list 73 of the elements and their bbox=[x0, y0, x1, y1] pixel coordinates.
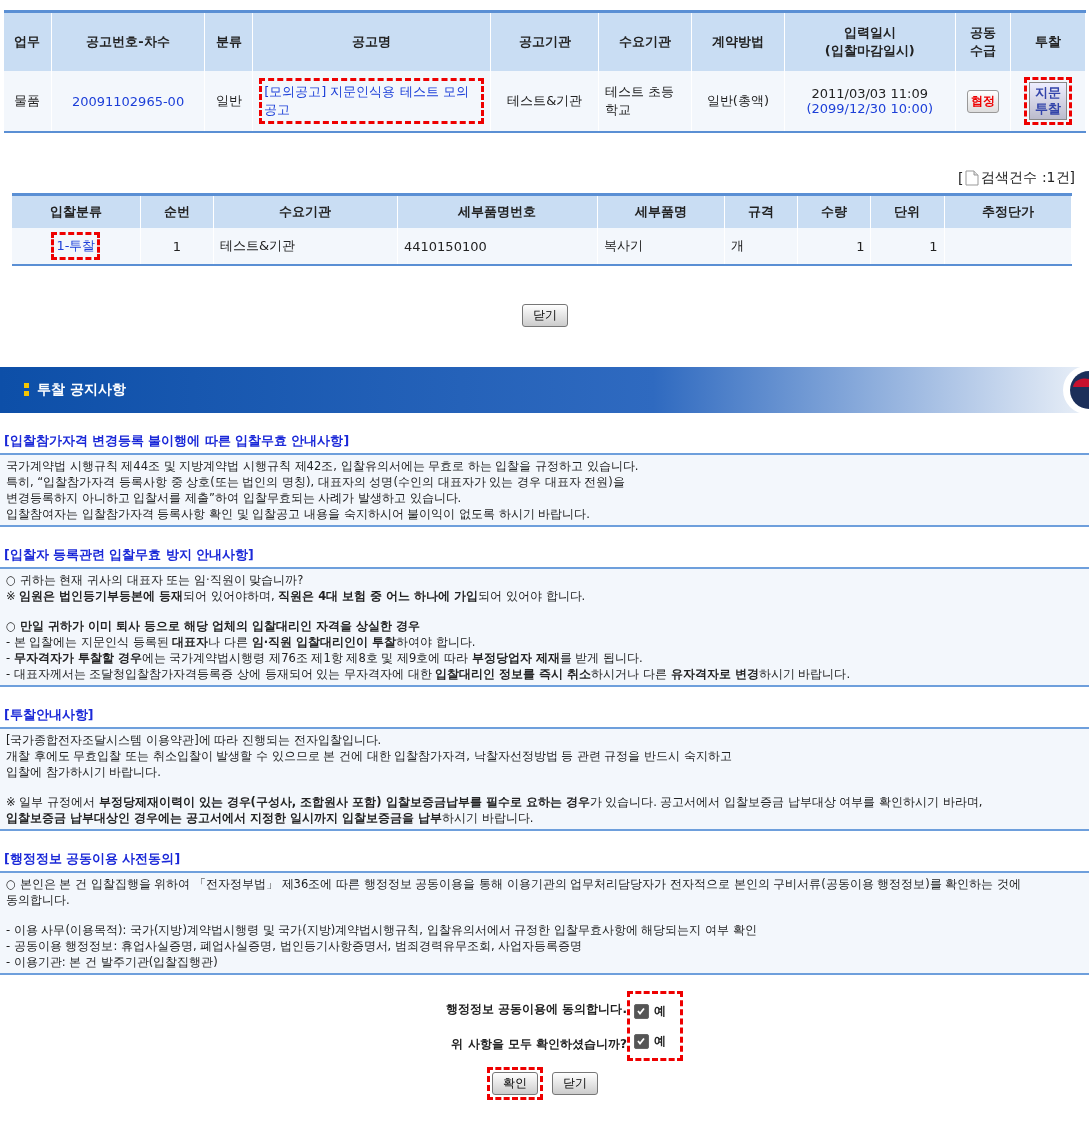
notice-line: ○ 귀하는 현재 귀사의 대표자 또는 임·직원이 맞습니까? bbox=[6, 572, 305, 588]
table-cell: 개 bbox=[724, 228, 798, 265]
table-cell: 복사기 bbox=[597, 228, 725, 265]
column-header: 업무 bbox=[4, 11, 52, 71]
notice-number-link[interactable]: 20091102965-00 bbox=[71, 93, 185, 109]
notice-line: - 공동이용 행정정보: 휴업사실증명, 폐업사실증명, 법인등기사항증명서, 범죄경력유무조회, 사업자등록증명 bbox=[6, 938, 584, 954]
table-cell: 일반 bbox=[204, 71, 253, 132]
notice-line: - 대표자께서는 조달청입찰참가자격등록증 상에 등재되어 있는 무자격자에 대한 입찰대리인 정보를 즉시 취소하시거나 다른 유자격자로 변경하시기 바랍니다. bbox=[6, 666, 852, 682]
notice-line: ○ 만일 귀하가 이미 퇴사 등으로 해당 업체의 입찰대리인 자격을 상실한 경우 bbox=[6, 618, 421, 634]
notice-line: 국가계약법 시행규칙 제44조 및 지방계약법 시행규칙 제42조, 입찰유의서에는 무효로 하는 입찰을 규정하고 있습니다. bbox=[6, 458, 640, 474]
notice-line: 특히, “입찰참가자격 등록사항 중 상호(또는 법인의 명칭), 대표자의 성명(수인의 대표자가 있는 경우 대표자 전원)을 bbox=[6, 474, 626, 490]
notice-line: ※ 일부 규정에서 부정당제재이력이 있는 경우(구성사, 조합원사 포함) 입찰보증금납부를 필수로 요하는 경우가 있습니다. 공고서에서 입찰보증금 납부대상 여부를 확인하시기 바라며, bbox=[6, 794, 984, 810]
column-header: 추정단가 bbox=[944, 194, 1072, 228]
column-header: 수요기관 bbox=[598, 11, 692, 71]
option-label: 예 bbox=[653, 1032, 666, 1050]
bracket-text: [ bbox=[958, 170, 964, 186]
notice-line: 동의합니다. bbox=[6, 892, 71, 908]
column-header: 순번 bbox=[140, 194, 214, 228]
table-cell: 테스트&기관 bbox=[490, 71, 599, 132]
column-header: 공동 수급 bbox=[955, 11, 1011, 71]
table-cell: 테스트&기관 bbox=[213, 228, 398, 265]
checkmark-icon bbox=[636, 1006, 647, 1016]
notice-line: ※ 임원은 법인등기부등본에 등재되어 있어야하며, 직원은 4대 보험 중 어느 하나에 가입되어 있어야 합니다. bbox=[6, 588, 587, 604]
joint-badge: 협정 bbox=[967, 89, 999, 113]
close-button[interactable]: 닫기 bbox=[521, 304, 568, 327]
column-header: 투찰 bbox=[1010, 11, 1086, 71]
consent-question: 위 사항을 모두 확인하셨습니까? bbox=[450, 1035, 627, 1053]
checkbox[interactable] bbox=[633, 1033, 649, 1049]
notice-line: - 이용 사무(이용목적): 국가(지방)계약법시행령 및 국가(지방)계약법시행규칙, 입찰유의서에서 규정한 입찰무효사항에 해당되는지 여부 확인 bbox=[6, 922, 758, 938]
column-header: 수요기관 bbox=[213, 194, 398, 228]
consent-question: 행정정보 공동이용에 동의합니다. bbox=[446, 1000, 627, 1018]
table-cell: 물품 bbox=[4, 71, 52, 132]
column-header: 규격 bbox=[724, 194, 798, 228]
table-cell: 1 bbox=[870, 228, 944, 265]
bid-button[interactable]: 지문 투찰 bbox=[1029, 82, 1068, 120]
column-header: 입찰분류 bbox=[12, 194, 141, 228]
table-cell: 일반(총액) bbox=[691, 71, 785, 132]
notice-line: 개찰 후에도 무효입찰 또는 취소입찰이 발생할 수 있으므로 본 건에 대한 입찰참가자격, 낙찰자선정방법 등 관련 규정을 반드시 숙지하고 bbox=[6, 748, 733, 764]
notice-line: 입찰참여자는 입찰참가자격 등록사항 확인 및 입찰공고 내용을 숙지하시어 불이익이 없도록 하시기 바랍니다. bbox=[6, 506, 591, 522]
action-button[interactable]: 확인 bbox=[491, 1072, 538, 1095]
checkmark-icon bbox=[636, 1036, 647, 1046]
column-header: 공고명 bbox=[252, 11, 491, 71]
column-header: 분류 bbox=[204, 11, 253, 71]
table-cell: 1 bbox=[140, 228, 214, 265]
notice-line: 변경등록하지 아니하고 입찰서를 제출”하여 입찰무효되는 사례가 발생하고 있습니다. bbox=[6, 490, 463, 506]
column-header: 계약방법 bbox=[691, 11, 785, 71]
column-header: 공고번호-차수 bbox=[51, 11, 205, 71]
date-text: 2011/03/03 11:09 bbox=[810, 86, 929, 101]
column-header: 입력일시 (입찰마감일시) bbox=[784, 11, 956, 71]
action-button[interactable]: 닫기 bbox=[551, 1072, 598, 1095]
notice-line: [국가종합전자조달시스템 이용약관]에 따라 진행되는 전자입찰입니다. bbox=[6, 732, 383, 748]
table-cell: 1 bbox=[797, 228, 871, 265]
column-header: 세부품명 bbox=[597, 194, 725, 228]
banner-title: 투찰 공지사항 bbox=[37, 381, 126, 399]
notice-line: ○ 본인은 본 건 입찰집행을 위하여 「전자정부법」 제36조에 따른 행정정보 공동이용을 통해 이용기관의 업무처리담당자가 전자적으로 본인의 구비서류(공동이용 행정정보)를 확인하는 것에 bbox=[6, 876, 1023, 892]
notice-line: - 무자격자가 투찰할 경우에는 국가계약법시행령 제76조 제1항 제8호 및 제9호에 따라 부정당업자 제재를 받게 됩니다. bbox=[6, 650, 644, 666]
checkbox[interactable] bbox=[633, 1003, 649, 1019]
column-header: 수량 bbox=[797, 194, 871, 228]
search-count: 검색건수 :1건] bbox=[981, 169, 1075, 187]
column-header: 공고기관 bbox=[490, 11, 599, 71]
table-cell: 테스트 초등학교 bbox=[598, 71, 692, 132]
notice-line: - 본 입찰에는 지문인식 등록된 대표자나 다른 임·직원 입찰대리인이 투찰하여야 합니다. bbox=[6, 634, 477, 650]
bullet-icon bbox=[24, 383, 29, 397]
notice-line: - 이용기관: 본 건 발주기관(입찰집행관) bbox=[6, 954, 219, 970]
document-icon bbox=[965, 170, 980, 186]
column-header: 세부품명번호 bbox=[397, 194, 598, 228]
notice-line: 입찰보증금 납부대상인 경우에는 공고서에서 지정한 일시까지 입찰보증금을 납부하시기 바랍니다. bbox=[6, 810, 535, 826]
table-cell: 4410150100 bbox=[397, 228, 598, 265]
bid-type-link[interactable]: 1-투찰 bbox=[56, 238, 96, 253]
column-header: 단위 bbox=[870, 194, 944, 228]
deadline-text: (2099/12/30 10:00) bbox=[805, 101, 935, 116]
option-label: 예 bbox=[653, 1002, 666, 1020]
notice-line: 입찰에 참가하시기 바랍니다. bbox=[6, 764, 162, 780]
